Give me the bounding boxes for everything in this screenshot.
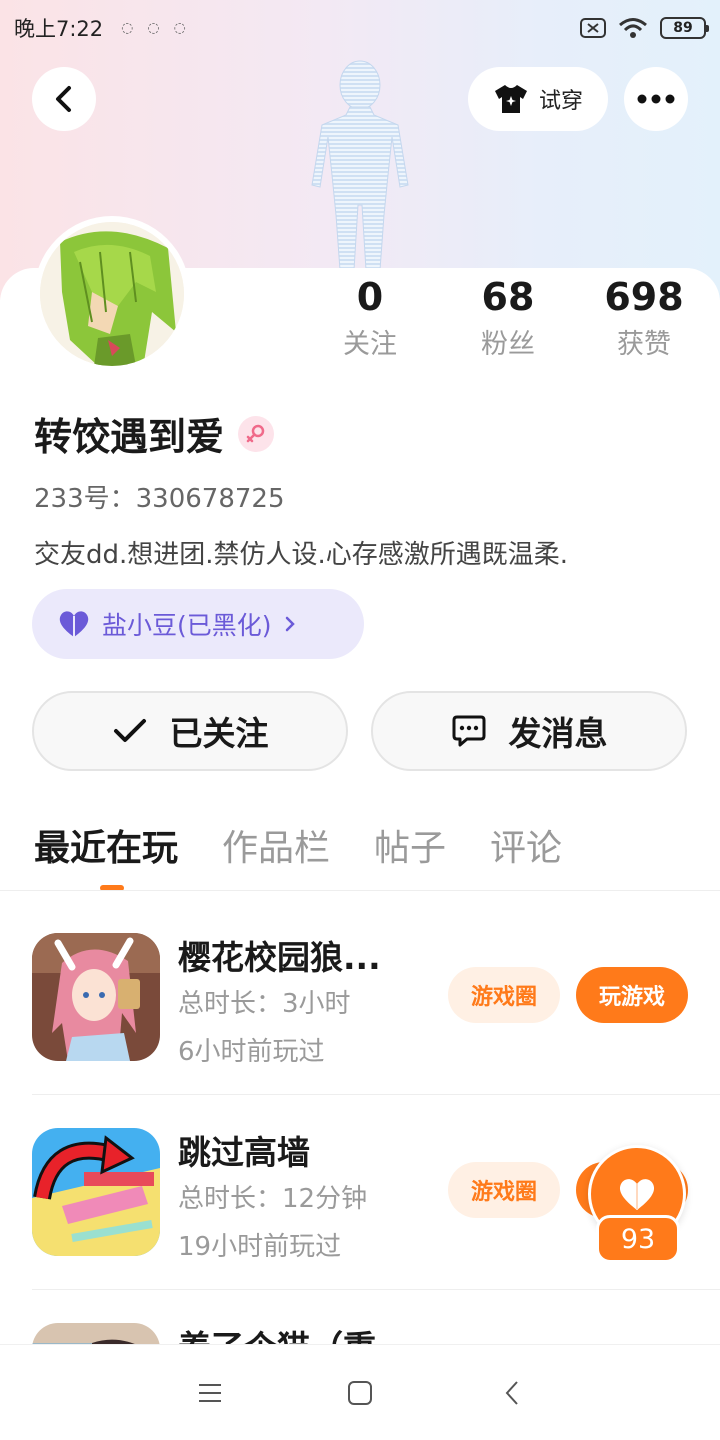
game-circle-button[interactable]: 游戏圈 — [448, 967, 560, 1023]
stat-value: 0 — [356, 275, 384, 319]
shirt-icon — [494, 85, 527, 113]
game-icon[interactable] — [32, 933, 160, 1061]
heart-icon — [59, 611, 89, 637]
stat-value: 68 — [481, 275, 535, 319]
back-button[interactable] — [32, 67, 96, 131]
status-time: 晚上7:22 — [14, 17, 104, 41]
recent-apps-button[interactable] — [190, 1373, 230, 1413]
play-game-button[interactable]: 玩游戏 — [576, 967, 688, 1023]
stat-label: 粉丝 — [481, 329, 535, 360]
game-title: 樱花校园狼... — [178, 938, 381, 977]
battery-indicator: 89 — [660, 17, 709, 39]
sim-off-icon — [580, 18, 606, 38]
tab-comments[interactable]: 评论 — [490, 820, 562, 878]
battery-level: 89 — [673, 20, 693, 36]
game-title: 跳过高墙 — [178, 1133, 310, 1172]
tab-posts[interactable]: 帖子 — [374, 820, 446, 878]
chevron-left-icon — [56, 86, 71, 112]
send-message-button[interactable]: 发消息 — [371, 691, 687, 771]
game-last-played: 19小时前玩过 — [178, 1232, 342, 1262]
system-back-button[interactable] — [492, 1373, 532, 1413]
list-item[interactable]: 养了个猫（重 — [0, 1285, 720, 1344]
notification-icon: ◌ — [147, 20, 160, 36]
tag-label: 盐小豆(已黑化) — [102, 611, 272, 640]
try-on-label: 试穿 — [538, 89, 583, 114]
stat-value: 698 — [604, 275, 684, 319]
status-bar: 晚上7:22 ◌ ◌ ◌ 89 — [0, 0, 720, 56]
profile-bio: 交友dd.想进团.禁仿人设.心存感激所遇既温柔. — [34, 540, 569, 570]
heart-icon — [619, 1179, 655, 1210]
more-dots-icon — [637, 94, 675, 104]
square-icon — [348, 1381, 372, 1405]
game-last-played: 6小时前玩过 — [178, 1037, 325, 1067]
notification-icon: ◌ — [121, 20, 134, 36]
game-title: 养了个猫（重 — [178, 1321, 376, 1344]
game-duration: 总时长：12分钟 — [178, 1184, 368, 1214]
3d-avatar-figure[interactable] — [300, 55, 420, 270]
stat-following[interactable]: 0 关注 — [300, 272, 440, 368]
chevron-left-icon — [505, 1381, 518, 1405]
chevron-right-icon — [285, 616, 295, 632]
avatar[interactable] — [34, 216, 190, 372]
notification-icon: ◌ — [173, 20, 186, 36]
tab-works[interactable]: 作品栏 — [222, 820, 330, 878]
tab-recently-played[interactable]: 最近在玩 — [34, 820, 178, 891]
game-circle-button[interactable]: 游戏圈 — [448, 1162, 560, 1218]
home-button[interactable] — [340, 1373, 380, 1413]
followed-button[interactable]: 已关注 — [32, 691, 348, 771]
message-icon — [452, 715, 485, 747]
notification-icons: ◌ ◌ ◌ — [121, 20, 186, 36]
menu-icon — [199, 1384, 221, 1402]
game-icon[interactable] — [32, 1128, 160, 1256]
send-message-label: 发消息 — [508, 714, 608, 753]
list-item[interactable]: 樱花校园狼... 总时长：3小时 6小时前玩过 游戏圈 玩游戏 — [0, 895, 720, 1090]
more-button[interactable] — [624, 67, 688, 131]
game-duration: 总时长：3小时 — [178, 989, 351, 1019]
tab-divider — [0, 890, 720, 891]
followed-label: 已关注 — [169, 714, 269, 753]
wifi-icon — [619, 18, 647, 38]
stat-likes[interactable]: 698 获赞 — [574, 272, 714, 368]
stat-label: 获赞 — [617, 329, 671, 360]
stat-followers[interactable]: 68 粉丝 — [438, 272, 578, 368]
user-id: 233号：330678725 — [34, 484, 285, 514]
like-count: 93 — [596, 1215, 680, 1263]
avatar-image — [40, 222, 184, 366]
profile-name: 转饺遇到爱 — [34, 415, 225, 459]
game-icon[interactable] — [32, 1323, 160, 1344]
profile-tabs: 最近在玩 作品栏 帖子 评论 — [34, 820, 562, 891]
stat-label: 关注 — [343, 329, 397, 360]
profile-name-row: 转饺遇到爱 — [34, 406, 275, 461]
profile-tag-button[interactable]: 盐小豆(已黑化) — [32, 589, 364, 659]
female-gender-icon — [238, 415, 275, 452]
try-on-button[interactable]: 试穿 — [468, 67, 608, 131]
checkmark-icon — [113, 719, 146, 742]
profile-stats: 0 关注 68 粉丝 698 获赞 — [300, 272, 720, 372]
system-navigation-bar — [0, 1344, 720, 1440]
